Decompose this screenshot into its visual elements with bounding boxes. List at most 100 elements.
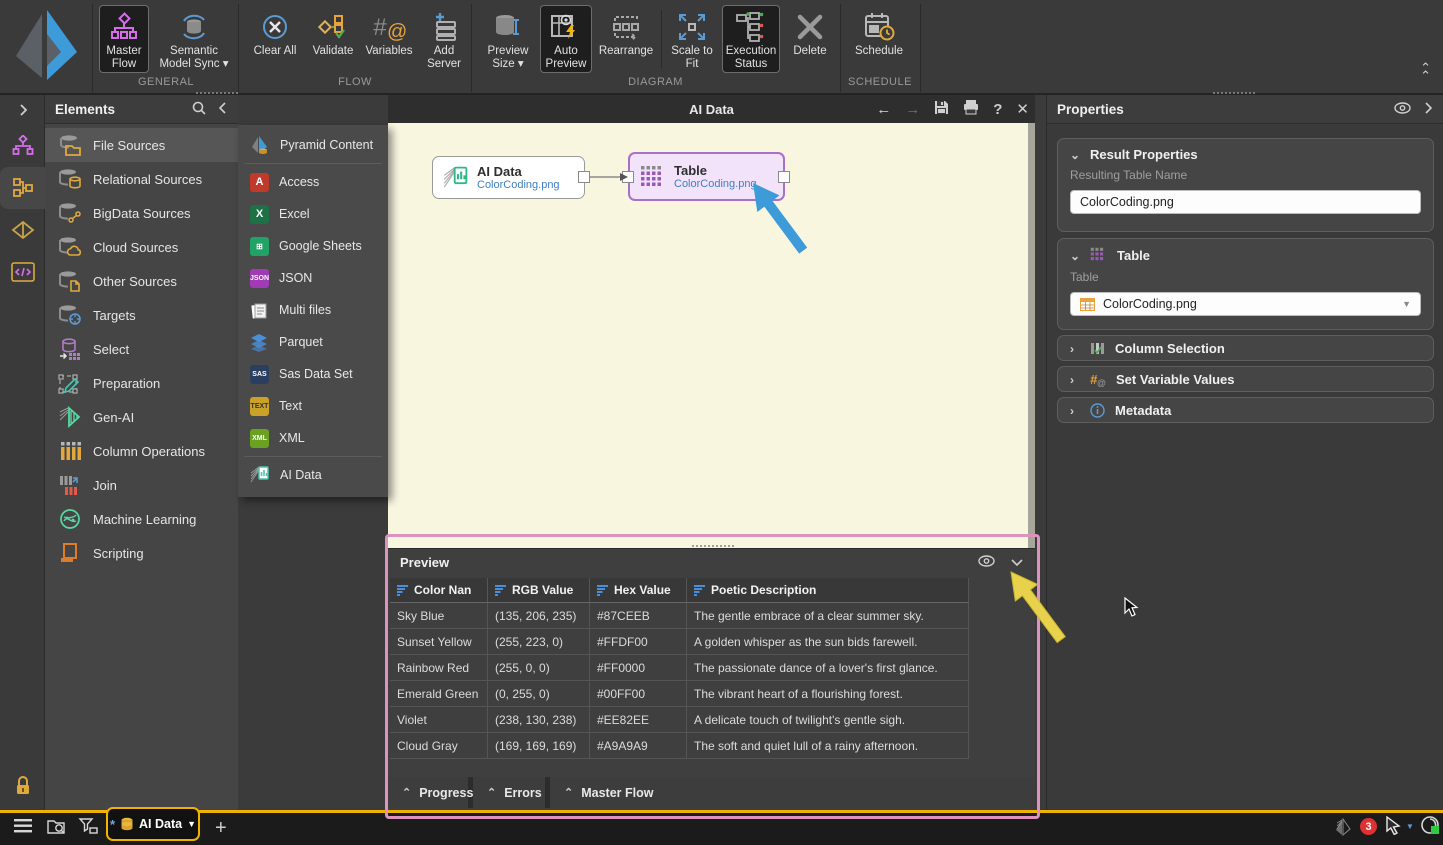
node-table[interactable]: Table ColorCoding.png	[628, 152, 785, 201]
redo-icon[interactable]: →	[905, 101, 920, 118]
table-row[interactable]: Rainbow Red (255, 0, 0) #FF0000 The pass…	[390, 655, 969, 681]
table-row[interactable]: Sunset Yellow (255, 223, 0) #FFDF00 A go…	[390, 629, 969, 655]
preview-table-header[interactable]: Color Nan RGB Value Hex Value Poetic Des…	[390, 578, 969, 603]
master-flow-button[interactable]: Master Flow	[99, 5, 149, 73]
table-row[interactable]: Cloud Gray (169, 169, 169) #A9A9A9 The s…	[390, 733, 969, 759]
submenu-item-pyramid-content[interactable]: Pyramid Content	[238, 129, 388, 161]
delete-icon	[795, 9, 825, 45]
submenu-item-access[interactable]: A Access	[238, 166, 388, 198]
table-row[interactable]: Violet (238, 130, 238) #EE82EE A delicat…	[390, 707, 969, 733]
element-item-gen-ai[interactable]: Gen-AI	[45, 400, 238, 434]
flow-canvas[interactable]: AI Data ColorCoding.png Table ColorCodin…	[388, 123, 1035, 548]
metadata-section[interactable]: › Metadata	[1057, 397, 1434, 423]
variables-button[interactable]: #@ Variables	[362, 5, 416, 73]
notification-badge[interactable]: 3	[1360, 818, 1377, 835]
collapse-elements-icon[interactable]	[218, 102, 228, 117]
element-item-cloud-sources[interactable]: Cloud Sources	[45, 230, 238, 264]
tab-master-flow[interactable]: ⌃Master Flow	[550, 777, 1035, 808]
delete-button[interactable]: Delete	[786, 5, 834, 73]
document-tab-ai-data[interactable]: * AI Data ▼	[106, 807, 200, 841]
tab-label: AI Data	[139, 817, 182, 831]
rearrange-button[interactable]: Rearrange	[595, 5, 657, 73]
execution-status-button[interactable]: Execution Status	[722, 5, 780, 73]
collapse-properties-icon[interactable]	[1423, 102, 1433, 117]
lock-icon[interactable]	[0, 776, 45, 796]
validate-button[interactable]: Validate	[306, 5, 360, 73]
set-variable-values-section[interactable]: › #@ Set Variable Values	[1057, 366, 1434, 392]
element-item-column-operations[interactable]: Column Operations	[45, 434, 238, 468]
result-properties-header[interactable]: ⌄ Result Properties	[1058, 139, 1433, 166]
submenu-item-multi-files[interactable]: Multi files	[238, 294, 388, 326]
canvas-scrollbar[interactable]	[1028, 123, 1035, 548]
rail-model-icon[interactable]	[0, 209, 45, 251]
clear-all-button[interactable]: Clear All	[247, 5, 303, 73]
menu-icon[interactable]	[14, 818, 32, 839]
tab-progress[interactable]: ⌃Progress	[388, 777, 468, 808]
new-tab-button[interactable]: +	[215, 817, 227, 840]
semantic-model-sync-button[interactable]: Semantic Model Sync ▾	[153, 5, 235, 73]
print-icon[interactable]	[963, 100, 979, 119]
element-item-file-sources[interactable]: File Sources	[45, 128, 238, 162]
submenu-item-google-sheets[interactable]: ⊞ Google Sheets	[238, 230, 388, 262]
collapse-ribbon-button[interactable]: ⌃⌃	[1420, 64, 1431, 80]
auto-preview-button[interactable]: Auto Preview	[540, 5, 592, 73]
node-ai-data[interactable]: AI Data ColorCoding.png	[432, 156, 585, 199]
node-output-port[interactable]	[778, 171, 790, 183]
rail-code-icon[interactable]	[0, 251, 45, 293]
submenu-item-xml[interactable]: XML XML	[238, 422, 388, 454]
submenu-item-text[interactable]: TEXT Text	[238, 390, 388, 422]
element-item-bigdata-sources[interactable]: BigData Sources	[45, 196, 238, 230]
rail-data-flow-icon[interactable]	[0, 167, 45, 209]
element-item-other-sources[interactable]: Other Sources	[45, 264, 238, 298]
expand-panel-button[interactable]	[0, 95, 45, 125]
submenu-item-parquet[interactable]: Parquet	[238, 326, 388, 358]
node-input-port[interactable]	[622, 171, 634, 183]
element-item-preparation[interactable]: Preparation	[45, 366, 238, 400]
submenu-item-excel[interactable]: X Excel	[238, 198, 388, 230]
schedule-button[interactable]: Schedule	[850, 5, 908, 73]
preview-resize-grip[interactable]	[692, 545, 734, 548]
element-item-machine-learning[interactable]: Machine Learning	[45, 502, 238, 536]
submenu-item-sas-data-set[interactable]: SAS Sas Data Set	[238, 358, 388, 390]
table-row[interactable]: Sky Blue (135, 206, 235) #87CEEB The gen…	[390, 603, 969, 629]
pointer-tool-icon[interactable]	[1385, 816, 1402, 840]
element-item-join[interactable]: Join	[45, 468, 238, 502]
submenu-item-label: Access	[279, 175, 319, 189]
tab-errors[interactable]: ⌃Errors	[473, 777, 545, 808]
canvas-titlebar: AI Data ← → ? ✕	[388, 95, 1035, 123]
search-icon[interactable]	[192, 101, 206, 118]
scale-to-fit-button[interactable]: Scale to Fit	[666, 5, 718, 73]
element-item-targets[interactable]: Targets	[45, 298, 238, 332]
section-title: Column Selection	[1115, 341, 1225, 356]
preview-eye-icon[interactable]	[978, 555, 995, 570]
save-icon[interactable]	[934, 100, 949, 119]
submenu-item-json[interactable]: JSON JSON	[238, 262, 388, 294]
table-grid-icon	[1090, 247, 1107, 264]
close-icon[interactable]: ✕	[1016, 100, 1029, 118]
connection-status-icon[interactable]	[1420, 815, 1440, 840]
rail-master-flow-icon[interactable]	[0, 125, 45, 167]
table-row[interactable]: Emerald Green (0, 255, 0) #00FF00 The vi…	[390, 681, 969, 707]
table-section-header[interactable]: ⌄ Table	[1058, 239, 1433, 268]
undo-icon[interactable]: ←	[876, 101, 891, 118]
node-output-port[interactable]	[578, 171, 590, 183]
table-dropdown[interactable]: ColorCoding.png ▼	[1070, 292, 1421, 316]
cell-rgb-value: (255, 223, 0)	[488, 629, 590, 654]
element-item-relational-sources[interactable]: Relational Sources	[45, 162, 238, 196]
preview-collapse-icon[interactable]	[1011, 555, 1023, 570]
element-item-select[interactable]: Select	[45, 332, 238, 366]
add-server-button[interactable]: Add Server	[419, 5, 469, 73]
data-filter-icon[interactable]	[78, 818, 98, 840]
column-selection-section[interactable]: › Column Selection	[1057, 335, 1434, 361]
resulting-table-name-input[interactable]: ColorCoding.png	[1070, 190, 1421, 214]
element-item-scripting[interactable]: Scripting	[45, 536, 238, 570]
help-icon[interactable]: ?	[993, 101, 1002, 118]
pyramid-status-icon[interactable]	[1334, 818, 1352, 841]
variables-icon: #@	[372, 9, 406, 45]
submenu-item-ai-data[interactable]: AI Data	[238, 459, 388, 491]
content-explorer-icon[interactable]	[47, 818, 67, 840]
preview-size-button[interactable]: Preview Size ▾	[479, 5, 537, 73]
section-title: Result Properties	[1090, 147, 1198, 162]
pointer-dropdown-icon[interactable]: ▼	[1406, 822, 1414, 831]
properties-eye-icon[interactable]	[1394, 102, 1411, 117]
